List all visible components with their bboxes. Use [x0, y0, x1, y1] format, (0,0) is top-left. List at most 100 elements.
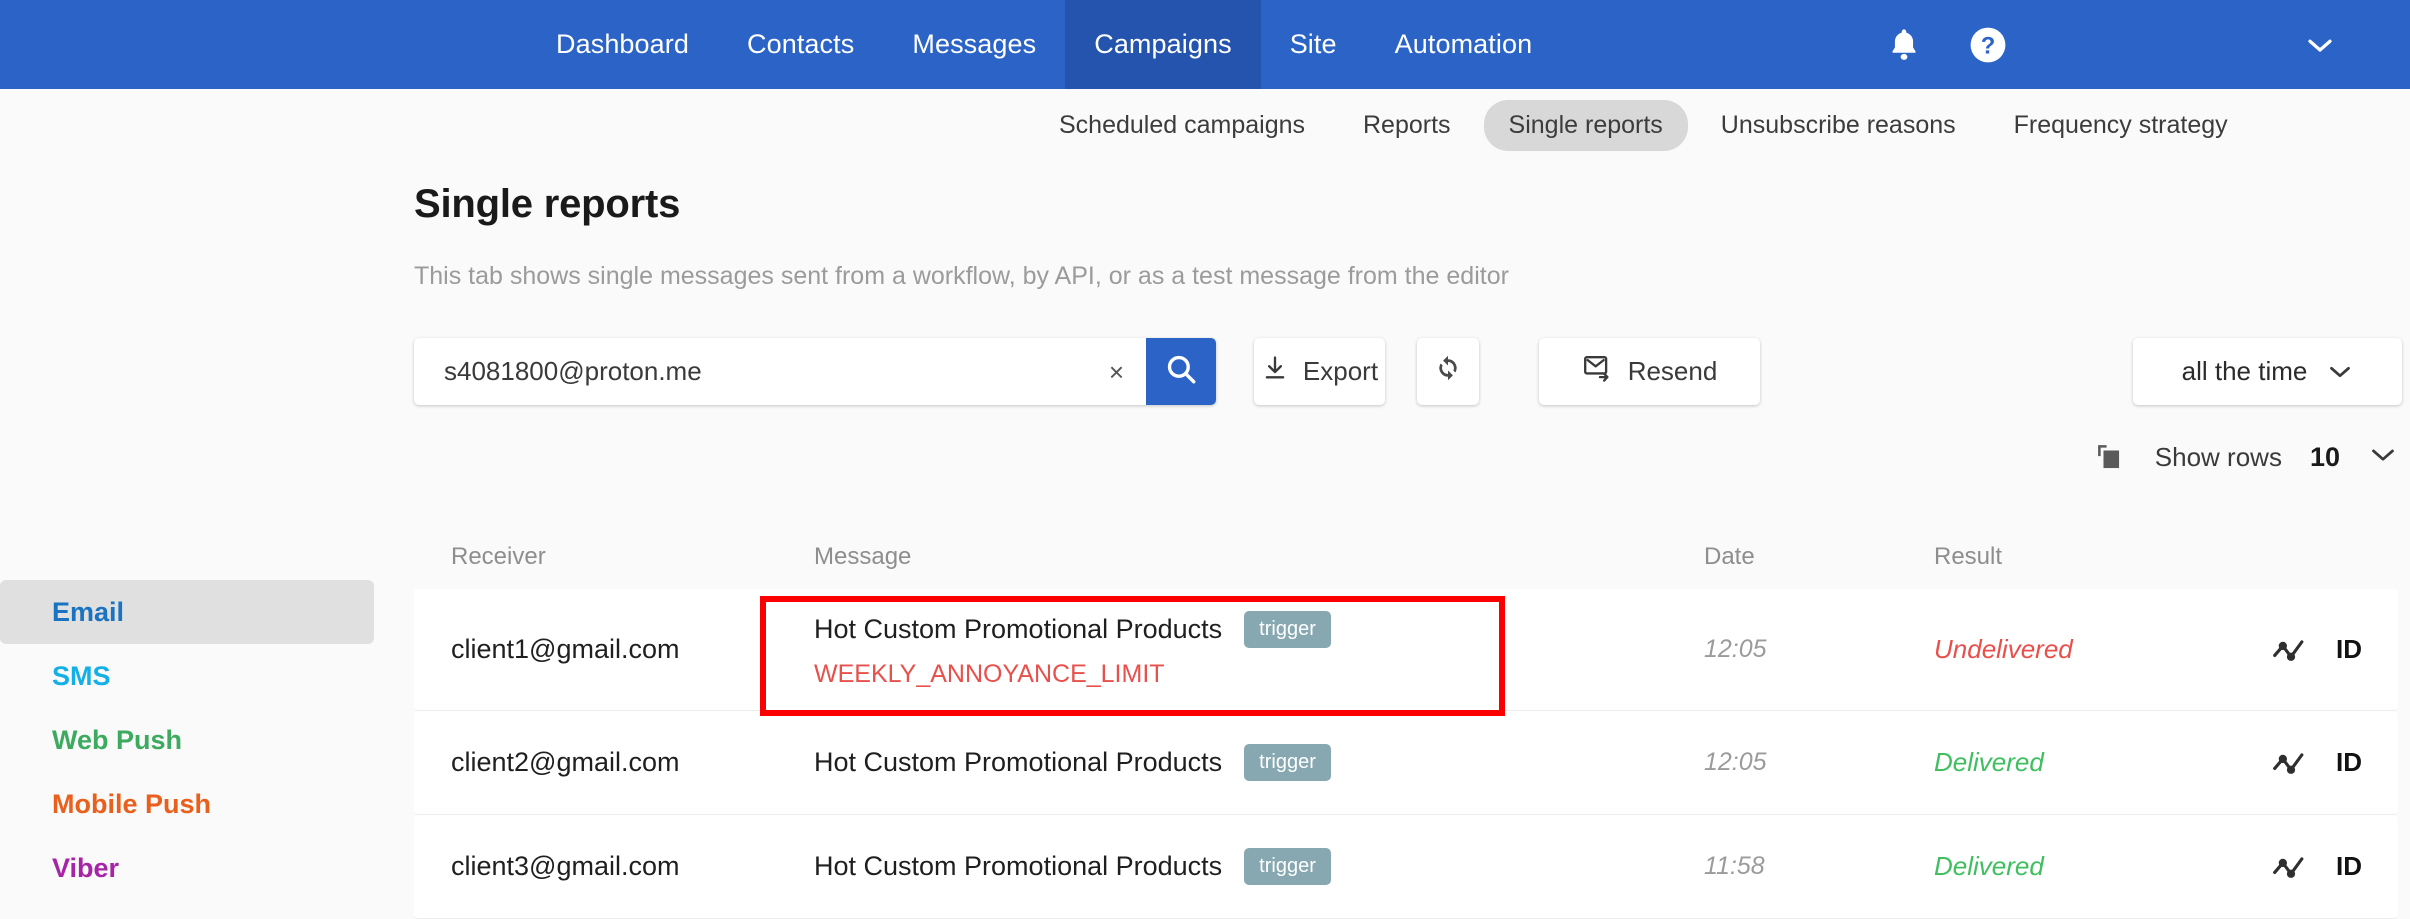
channel-sidebar: Email SMS Web Push Mobile Push Viber: [0, 580, 374, 900]
copy-icon[interactable]: [2093, 440, 2127, 474]
nav-item-messages[interactable]: Messages: [883, 0, 1065, 89]
tab-label: Single reports: [1508, 110, 1663, 139]
nav-item-label: Dashboard: [556, 29, 689, 59]
cell-result: Delivered: [1934, 851, 2044, 881]
cell-receiver: client3@gmail.com: [451, 851, 680, 881]
id-link[interactable]: ID: [2336, 634, 2362, 665]
message-title-line: Hot Custom Promotional Products trigger: [814, 848, 1704, 885]
nav-item-label: Campaigns: [1094, 29, 1232, 59]
resend-button[interactable]: Resend: [1539, 338, 1760, 405]
message-title: Hot Custom Promotional Products: [814, 747, 1223, 777]
cell-date: 12:05: [1704, 635, 1767, 663]
tab-reports[interactable]: Reports: [1338, 100, 1476, 151]
cell-receiver: client1@gmail.com: [451, 634, 680, 664]
cell-actions: ID: [2234, 634, 2398, 665]
nav-item-label: Automation: [1394, 29, 1533, 59]
show-rows-value[interactable]: 10: [2310, 442, 2340, 473]
tab-single-reports[interactable]: Single reports: [1483, 99, 1688, 151]
analytics-icon[interactable]: [2272, 854, 2310, 880]
sidebar-item-label: Web Push: [52, 724, 183, 755]
search-bar: s4081800@proton.me ×: [414, 338, 1216, 405]
nav-item-contacts[interactable]: Contacts: [718, 0, 883, 89]
nav-item-site[interactable]: Site: [1261, 0, 1366, 89]
cell-date: 12:05: [1704, 748, 1767, 776]
resend-button-label: Resend: [1627, 356, 1718, 386]
page-title: Single reports: [414, 182, 681, 226]
sidebar-item-label: Mobile Push: [52, 788, 212, 819]
export-button-label: Export: [1302, 356, 1379, 386]
status-badge: trigger: [1244, 848, 1331, 885]
sidebar-item-web-push[interactable]: Web Push: [0, 708, 374, 772]
nav-item-automation[interactable]: Automation: [1366, 0, 1562, 89]
tab-label: Reports: [1363, 110, 1451, 139]
svg-text:?: ?: [1981, 32, 1996, 59]
table-row[interactable]: client1@gmail.com Hot Custom Promotional…: [414, 589, 2398, 711]
sidebar-item-sms[interactable]: SMS: [0, 644, 374, 708]
message-title: Hot Custom Promotional Products: [814, 851, 1223, 881]
message-title-line: Hot Custom Promotional Products trigger: [814, 744, 1704, 781]
search-button[interactable]: [1146, 338, 1216, 405]
sidebar-item-label: Email: [52, 596, 125, 627]
search-icon: [1164, 352, 1198, 391]
sidebar-item-email[interactable]: Email: [0, 580, 374, 644]
search-input[interactable]: s4081800@proton.me ×: [414, 338, 1146, 405]
cell-message: Hot Custom Promotional Products trigger: [814, 848, 1704, 885]
cell-message: Hot Custom Promotional Products trigger: [814, 744, 1704, 781]
export-button[interactable]: Export: [1254, 338, 1385, 405]
column-header-receiver: Receiver: [451, 543, 546, 570]
table-row[interactable]: client2@gmail.com Hot Custom Promotional…: [414, 711, 2398, 815]
refresh-button[interactable]: [1417, 338, 1479, 405]
tab-label: Scheduled campaigns: [1059, 110, 1305, 139]
analytics-icon[interactable]: [2272, 750, 2310, 776]
analytics-icon[interactable]: [2272, 637, 2310, 663]
toolbar: s4081800@proton.me × Export Resend: [414, 338, 1760, 405]
nav-item-label: Contacts: [747, 29, 855, 59]
date-range-value: all the time: [2181, 356, 2308, 386]
table-row[interactable]: client3@gmail.com Hot Custom Promotional…: [414, 815, 2398, 919]
chevron-down-icon[interactable]: [2305, 35, 2335, 55]
close-icon[interactable]: ×: [1109, 359, 1124, 385]
column-header-date: Date: [1704, 543, 1755, 570]
bell-icon[interactable]: [1887, 26, 1921, 64]
help-icon[interactable]: ?: [1969, 26, 2007, 64]
show-rows-label: Show rows: [2154, 441, 2282, 472]
page-subtitle: This tab shows single messages sent from…: [414, 262, 1509, 290]
cell-actions: ID: [2234, 747, 2398, 778]
sidebar-item-viber[interactable]: Viber: [0, 836, 374, 900]
nav-item-campaigns[interactable]: Campaigns: [1065, 0, 1261, 89]
cell-receiver: client2@gmail.com: [451, 747, 680, 777]
sidebar-item-label: Viber: [52, 852, 120, 883]
mail-forward-icon: [1582, 353, 1614, 390]
nav-item-label: Site: [1289, 29, 1337, 59]
tab-unsubscribe-reasons[interactable]: Unsubscribe reasons: [1696, 100, 1981, 151]
cell-actions: ID: [2234, 851, 2398, 882]
cell-date: 11:58: [1704, 852, 1765, 880]
chevron-down-icon[interactable]: [2368, 445, 2398, 469]
message-error-reason: WEEKLY_ANNOYANCE_LIMIT: [814, 659, 1165, 688]
cell-result: Delivered: [1934, 747, 2044, 777]
cell-message: Hot Custom Promotional Products trigger …: [814, 610, 1704, 689]
topnav-right-group: ?: [1887, 0, 2410, 89]
id-link[interactable]: ID: [2336, 747, 2362, 778]
sub-navigation-tabs: Scheduled campaigns Reports Single repor…: [0, 89, 2410, 161]
tab-label: Unsubscribe reasons: [1720, 110, 1956, 139]
tab-scheduled-campaigns[interactable]: Scheduled campaigns: [1034, 100, 1330, 151]
id-link[interactable]: ID: [2336, 851, 2362, 882]
sidebar-item-mobile-push[interactable]: Mobile Push: [0, 772, 374, 836]
tab-label: Frequency strategy: [2013, 110, 2228, 139]
refresh-icon: [1434, 354, 1462, 389]
single-reports-table: Receiver Message Date Result client1@gma…: [414, 525, 2398, 919]
tab-frequency-strategy[interactable]: Frequency strategy: [1989, 100, 2253, 151]
date-range-select[interactable]: all the time: [2133, 338, 2402, 405]
show-rows-control: Show rows 10: [2093, 440, 2398, 474]
top-navigation-bar: Dashboard Contacts Messages Campaigns Si…: [0, 0, 2410, 89]
nav-item-label: Messages: [912, 29, 1037, 59]
download-icon: [1261, 354, 1289, 389]
cell-result: Undelivered: [1934, 634, 2073, 664]
column-header-result: Result: [1934, 543, 2003, 570]
message-title: Hot Custom Promotional Products: [814, 613, 1223, 644]
status-badge: trigger: [1244, 610, 1331, 648]
message-title-line: Hot Custom Promotional Products trigger: [814, 610, 1704, 648]
column-header-message: Message: [814, 543, 912, 570]
nav-item-dashboard[interactable]: Dashboard: [527, 0, 718, 89]
